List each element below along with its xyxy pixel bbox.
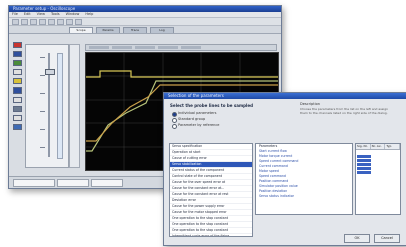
zoom-out-icon[interactable] xyxy=(57,18,64,25)
channel-cell[interactable] xyxy=(357,154,371,158)
scale-tick xyxy=(40,75,45,76)
header-field[interactable] xyxy=(181,46,201,49)
channel-assignment-list[interactable]: Sig. Nr. Nr. Ax. Typ xyxy=(355,143,401,215)
scale-tick xyxy=(40,57,45,58)
control-button[interactable] xyxy=(12,78,22,85)
control-button[interactable] xyxy=(12,114,22,121)
control-button[interactable] xyxy=(12,123,22,130)
status-field xyxy=(91,179,123,187)
table-row[interactable] xyxy=(356,202,400,206)
channel-cell[interactable] xyxy=(357,166,371,170)
channel-cell[interactable] xyxy=(357,191,371,194)
column-header[interactable]: Typ xyxy=(385,144,400,149)
description-label: Description xyxy=(300,102,320,106)
scale-tick xyxy=(40,93,45,94)
description-text: Choose the parameters from the list on t… xyxy=(300,107,389,115)
channel-cell[interactable] xyxy=(357,199,371,202)
ok-button[interactable]: OK xyxy=(344,234,370,243)
radio-by-reference[interactable] xyxy=(172,124,177,129)
channel-cell[interactable] xyxy=(357,195,371,198)
channel-cell[interactable] xyxy=(357,183,371,186)
status-field xyxy=(57,179,89,187)
menu-view[interactable]: View xyxy=(37,12,45,17)
channel-cell[interactable] xyxy=(357,175,371,178)
radio-standard-group[interactable] xyxy=(172,118,177,123)
control-button[interactable] xyxy=(12,42,22,49)
control-button[interactable] xyxy=(12,60,22,67)
stop-icon[interactable] xyxy=(75,18,82,25)
dialog-heading: Select the probe lines to be sampled xyxy=(170,103,253,108)
header-field[interactable] xyxy=(89,46,109,49)
status-field xyxy=(13,179,55,187)
cancel-button[interactable]: Cancel xyxy=(374,234,400,243)
level-bar xyxy=(57,53,63,159)
channel-cell[interactable] xyxy=(357,158,371,162)
channel-cell[interactable] xyxy=(357,187,371,190)
tab-scope[interactable]: Scope xyxy=(69,27,93,33)
menu-help[interactable]: Help xyxy=(85,12,93,17)
parameter-selection-dialog: Selection of the parameters Select the p… xyxy=(163,92,406,246)
control-button[interactable] xyxy=(12,69,22,76)
channel-cell[interactable] xyxy=(357,151,371,154)
header-field[interactable] xyxy=(112,46,132,49)
slider-panel xyxy=(25,44,69,168)
save-icon[interactable] xyxy=(30,18,37,25)
control-button-column xyxy=(12,42,22,130)
scale-tick xyxy=(40,129,45,130)
toolbar xyxy=(9,18,281,26)
channel-cell[interactable] xyxy=(357,179,371,182)
control-button[interactable] xyxy=(12,96,22,103)
print-icon[interactable] xyxy=(39,18,46,25)
channel-rows xyxy=(356,150,400,206)
column-header[interactable]: Nr. Ax. xyxy=(371,144,386,149)
menu-tools[interactable]: Tools xyxy=(51,12,60,17)
dialog-title-bar[interactable]: Selection of the parameters xyxy=(164,93,406,99)
menu-edit[interactable]: Edit xyxy=(24,12,31,17)
control-button[interactable] xyxy=(12,51,22,58)
scale-tick xyxy=(40,111,45,112)
column-header[interactable]: Sig. Nr. xyxy=(356,144,371,149)
tab-strip: Scope Params Trace Log xyxy=(9,26,281,34)
window-title: Parameter setup - Oscilloscope xyxy=(13,6,76,11)
menu-file[interactable]: File xyxy=(12,12,18,17)
slider-handle[interactable] xyxy=(45,69,55,75)
scope-header xyxy=(85,44,277,51)
menu-window[interactable]: Window xyxy=(66,12,80,17)
run-icon[interactable] xyxy=(66,18,73,25)
channel-cell[interactable] xyxy=(357,170,371,174)
list-item[interactable]: Servo status indicator xyxy=(256,194,352,199)
header-field[interactable] xyxy=(135,46,155,49)
parameter-group-list[interactable]: Servo specification Operation at start Cau… xyxy=(169,143,253,237)
control-button[interactable] xyxy=(12,87,22,94)
tab-params[interactable]: Params xyxy=(96,27,120,33)
control-button[interactable] xyxy=(12,105,22,112)
radio-individual[interactable] xyxy=(172,112,177,117)
channel-cell[interactable] xyxy=(357,162,371,166)
radio-label: Standard group xyxy=(178,117,206,121)
zoom-in-icon[interactable] xyxy=(48,18,55,25)
new-icon[interactable] xyxy=(12,18,19,25)
channel-cell[interactable] xyxy=(357,203,371,206)
header-field[interactable] xyxy=(158,46,178,49)
channel-column[interactable] xyxy=(69,44,80,168)
open-icon[interactable] xyxy=(21,18,28,25)
scale-tick xyxy=(40,147,45,148)
tab-trace[interactable]: Trace xyxy=(123,27,147,33)
radio-label: Individual parameters xyxy=(178,111,217,115)
dialog-title: Selection of the parameters xyxy=(168,93,224,98)
tab-log[interactable]: Log xyxy=(150,27,174,33)
parameter-list[interactable]: Parameters Start current flow Motor torque… xyxy=(255,143,353,215)
list-item[interactable]: Intermittent cycle error of the fixing xyxy=(170,234,252,236)
radio-label: Parameter by reference xyxy=(178,123,220,127)
